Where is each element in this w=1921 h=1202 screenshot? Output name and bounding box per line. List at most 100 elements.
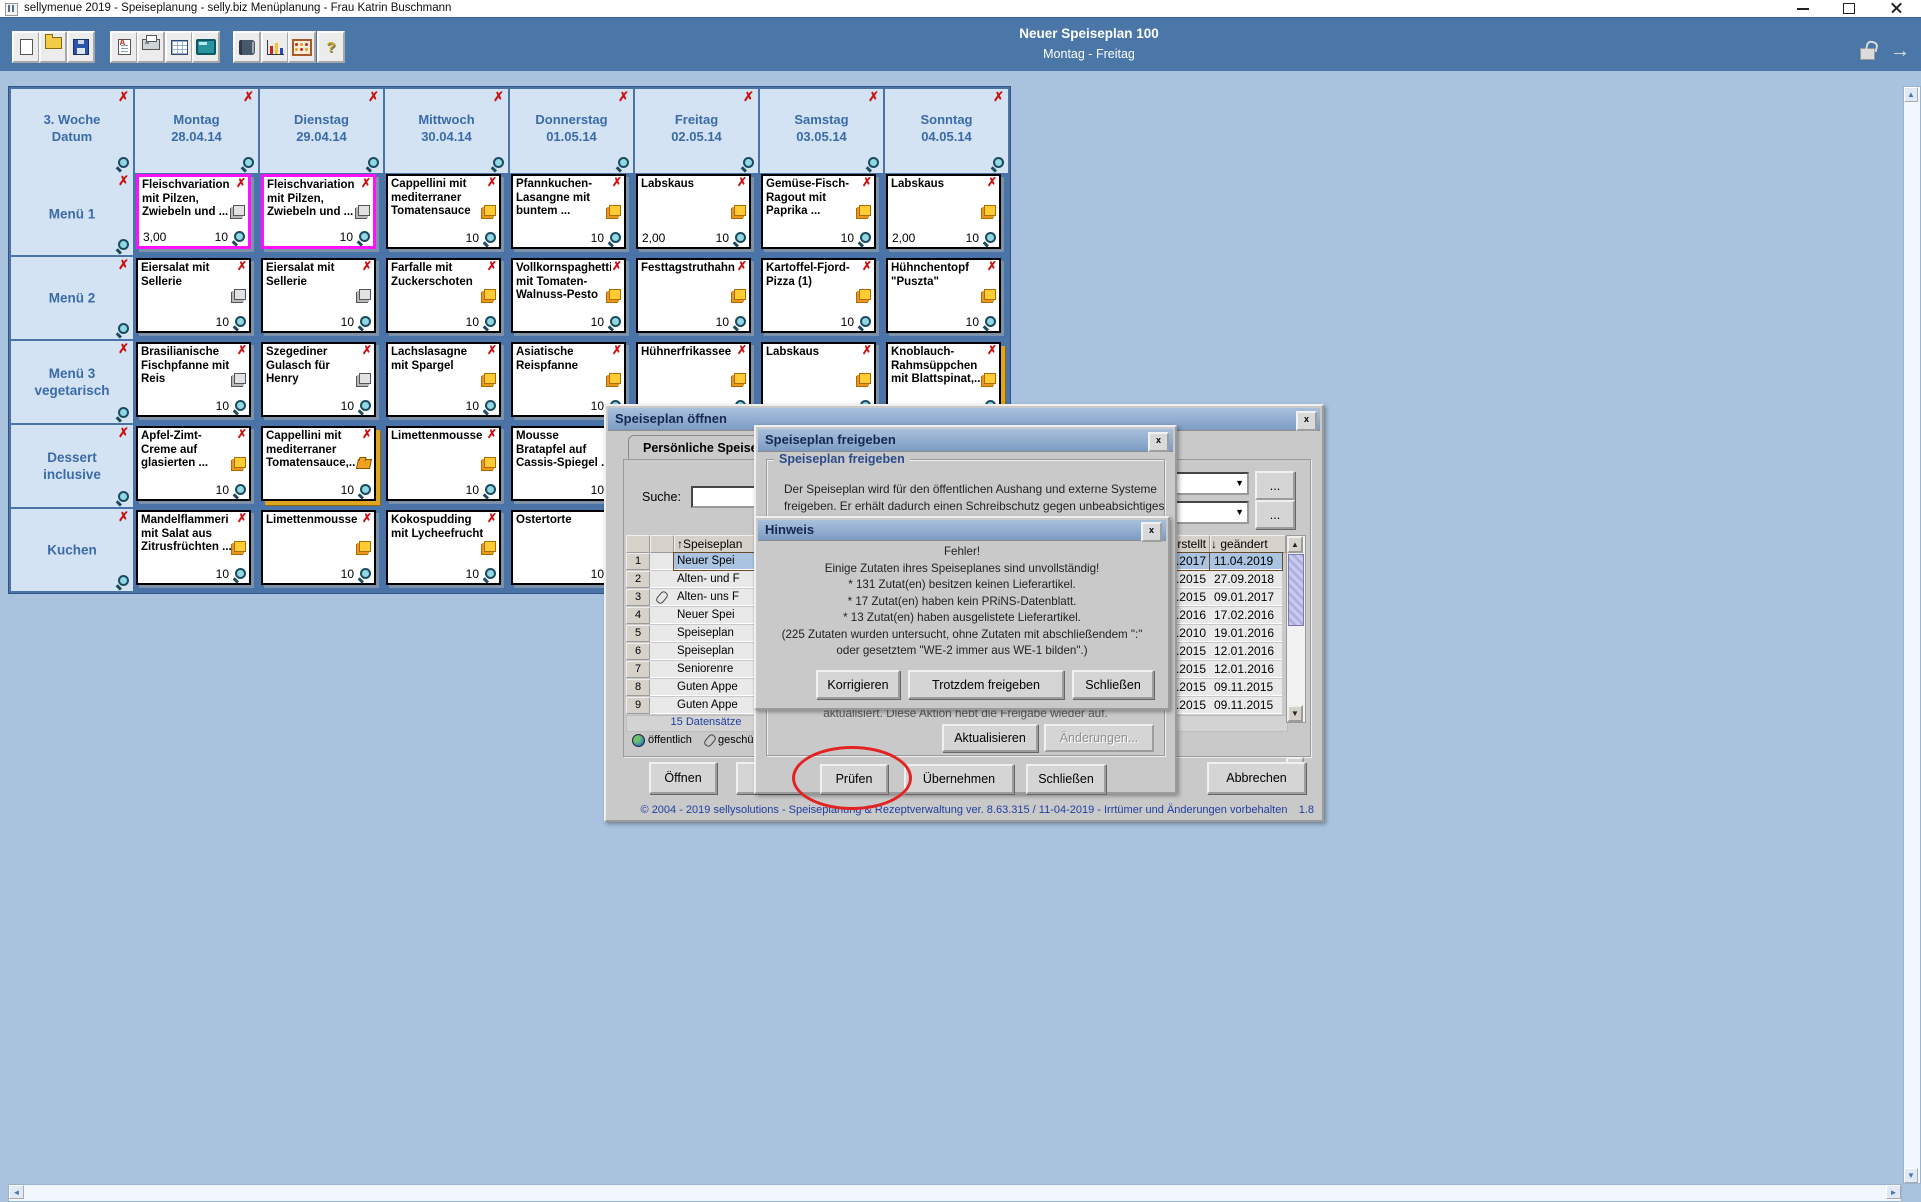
pages-gray-icon[interactable] (358, 205, 370, 216)
help-button[interactable]: ? (317, 31, 345, 63)
delete-icon[interactable]: ✗ (118, 175, 129, 187)
update-button[interactable]: Aktualisieren (942, 724, 1038, 752)
delete-icon[interactable]: ✗ (612, 177, 622, 188)
delete-icon[interactable]: ✗ (237, 429, 247, 440)
pages-icon[interactable] (984, 373, 996, 384)
magnifier-icon[interactable] (866, 157, 879, 170)
magnifier-icon[interactable] (991, 157, 1004, 170)
menu-card[interactable]: Gemüse-Fisch-Ragout mit Paprika ...✗10 (761, 174, 876, 249)
delete-icon[interactable]: ✗ (487, 345, 497, 356)
menu-card[interactable]: Pfannkuchen-Lasangne mit buntem ...✗10 (511, 174, 626, 249)
cancel-button[interactable]: Abbrechen (1207, 762, 1306, 794)
magnifier-icon[interactable] (366, 157, 379, 170)
delete-icon[interactable]: ✗ (987, 345, 997, 356)
delete-icon[interactable]: ✗ (743, 91, 754, 103)
magnifier-icon[interactable] (483, 400, 496, 413)
recipe-book-button[interactable] (233, 31, 261, 63)
menu-card[interactable]: Cappellini mit mediterraner Tomatensauce… (261, 426, 376, 501)
day-header-samstag[interactable]: ✗Samstag03.05.14 (760, 89, 883, 173)
folder-icon[interactable] (357, 457, 371, 469)
magnifier-icon[interactable] (483, 232, 496, 245)
menu-card[interactable]: Apfel-Zimt-Creme auf glasierten ...✗10 (136, 426, 251, 501)
pages-gray-icon[interactable] (359, 289, 371, 300)
magnifier-icon[interactable] (233, 568, 246, 581)
menu-card[interactable]: Szegediner Gulasch für Henry✗10 (261, 342, 376, 417)
save-plan-button[interactable] (67, 31, 95, 63)
scroll-left-button[interactable]: ◄ (9, 1185, 24, 1199)
magnifier-icon[interactable] (116, 491, 129, 504)
apply-button[interactable]: Übernehmen (904, 764, 1014, 794)
close-button[interactable]: Schließen (1026, 764, 1106, 794)
pages-icon[interactable] (734, 289, 746, 300)
calculation-button[interactable] (288, 31, 316, 63)
horizontal-scrollbar[interactable]: ◄ ► (8, 1184, 1902, 1202)
magnifier-icon[interactable] (358, 316, 371, 329)
magnifier-icon[interactable] (116, 323, 129, 336)
delete-icon[interactable]: ✗ (987, 261, 997, 272)
scroll-up-button[interactable]: ▲ (1904, 87, 1918, 102)
delete-icon[interactable]: ✗ (987, 177, 997, 188)
menu-card[interactable]: Brasilianische Fischpfanne mit Reis✗10 (136, 342, 251, 417)
magnifier-icon[interactable] (733, 316, 746, 329)
minimize-button[interactable] (1788, 0, 1818, 16)
menu-card[interactable]: Fleischvariation mit Pilzen, Zwiebeln un… (136, 174, 251, 249)
pages-icon[interactable] (859, 373, 871, 384)
delete-icon[interactable]: ✗ (862, 177, 872, 188)
magnifier-icon[interactable] (241, 157, 254, 170)
magnifier-icon[interactable] (358, 400, 371, 413)
magnifier-icon[interactable] (608, 232, 621, 245)
magnifier-icon[interactable] (483, 568, 496, 581)
menu-card[interactable]: Kartoffel-Fjord-Pizza (1)✗10 (761, 258, 876, 333)
pages-icon[interactable] (359, 541, 371, 552)
filter-browse-button-2[interactable]: ... (1255, 500, 1295, 529)
delete-icon[interactable]: ✗ (868, 91, 879, 103)
pages-gray-icon[interactable] (234, 289, 246, 300)
pages-icon[interactable] (484, 457, 496, 468)
delete-icon[interactable]: ✗ (362, 345, 372, 356)
pages-icon[interactable] (859, 289, 871, 300)
delete-icon[interactable]: ✗ (487, 513, 497, 524)
pages-gray-icon[interactable] (234, 373, 246, 384)
delete-icon[interactable]: ✗ (487, 429, 497, 440)
magnifier-icon[interactable] (116, 239, 129, 252)
statistics-button[interactable] (261, 31, 289, 63)
correct-button[interactable]: Korrigieren (816, 670, 900, 699)
hint-close-button[interactable]: Schließen (1072, 670, 1154, 699)
delete-icon[interactable]: ✗ (862, 345, 872, 356)
list-vertical-scrollbar[interactable]: ▲ ▼ (1286, 535, 1306, 723)
delete-icon[interactable]: ✗ (237, 345, 247, 356)
pages-icon[interactable] (984, 289, 996, 300)
magnifier-icon[interactable] (116, 575, 129, 588)
menu-card[interactable]: Eiersalat mit Sellerie✗10 (136, 258, 251, 333)
magnifier-icon[interactable] (116, 157, 129, 170)
plan-table-button[interactable] (165, 31, 193, 63)
delete-icon[interactable]: ✗ (118, 343, 129, 355)
list-header-number[interactable] (626, 535, 650, 553)
pages-icon[interactable] (734, 205, 746, 216)
changes-button[interactable]: Änderungen... (1044, 724, 1154, 752)
delete-icon[interactable]: ✗ (862, 261, 872, 272)
magnifier-icon[interactable] (483, 484, 496, 497)
maximize-button[interactable] (1834, 0, 1864, 16)
menu-card[interactable]: Kokospudding mit Lycheefrucht✗10 (386, 510, 501, 585)
menu-card[interactable]: Cappellini mit mediterraner Tomatensauce… (386, 174, 501, 249)
open-plan-button[interactable] (39, 31, 67, 63)
magnifier-icon[interactable] (983, 316, 996, 329)
open-button[interactable]: Öffnen (649, 762, 717, 794)
menu-card[interactable]: Lachslasagne mit Spargel✗10 (386, 342, 501, 417)
menu-card[interactable]: Fleischvariation mit Pilzen, Zwiebeln un… (261, 174, 376, 249)
pages-icon[interactable] (609, 289, 621, 300)
delete-icon[interactable]: ✗ (118, 427, 129, 439)
magnifier-icon[interactable] (858, 232, 871, 245)
new-plan-button[interactable] (12, 31, 40, 63)
close-window-button[interactable] (1882, 0, 1912, 16)
list-header-geaendert[interactable]: ↓ geändert (1210, 535, 1286, 553)
pages-icon[interactable] (484, 541, 496, 552)
day-header-dienstag[interactable]: ✗Dienstag29.04.14 (260, 89, 383, 173)
delete-icon[interactable]: ✗ (237, 513, 247, 524)
magnifier-icon[interactable] (858, 316, 871, 329)
pages-gray-icon[interactable] (233, 205, 245, 216)
magnifier-icon[interactable] (616, 157, 629, 170)
delete-icon[interactable]: ✗ (487, 261, 497, 272)
magnifier-icon[interactable] (483, 316, 496, 329)
